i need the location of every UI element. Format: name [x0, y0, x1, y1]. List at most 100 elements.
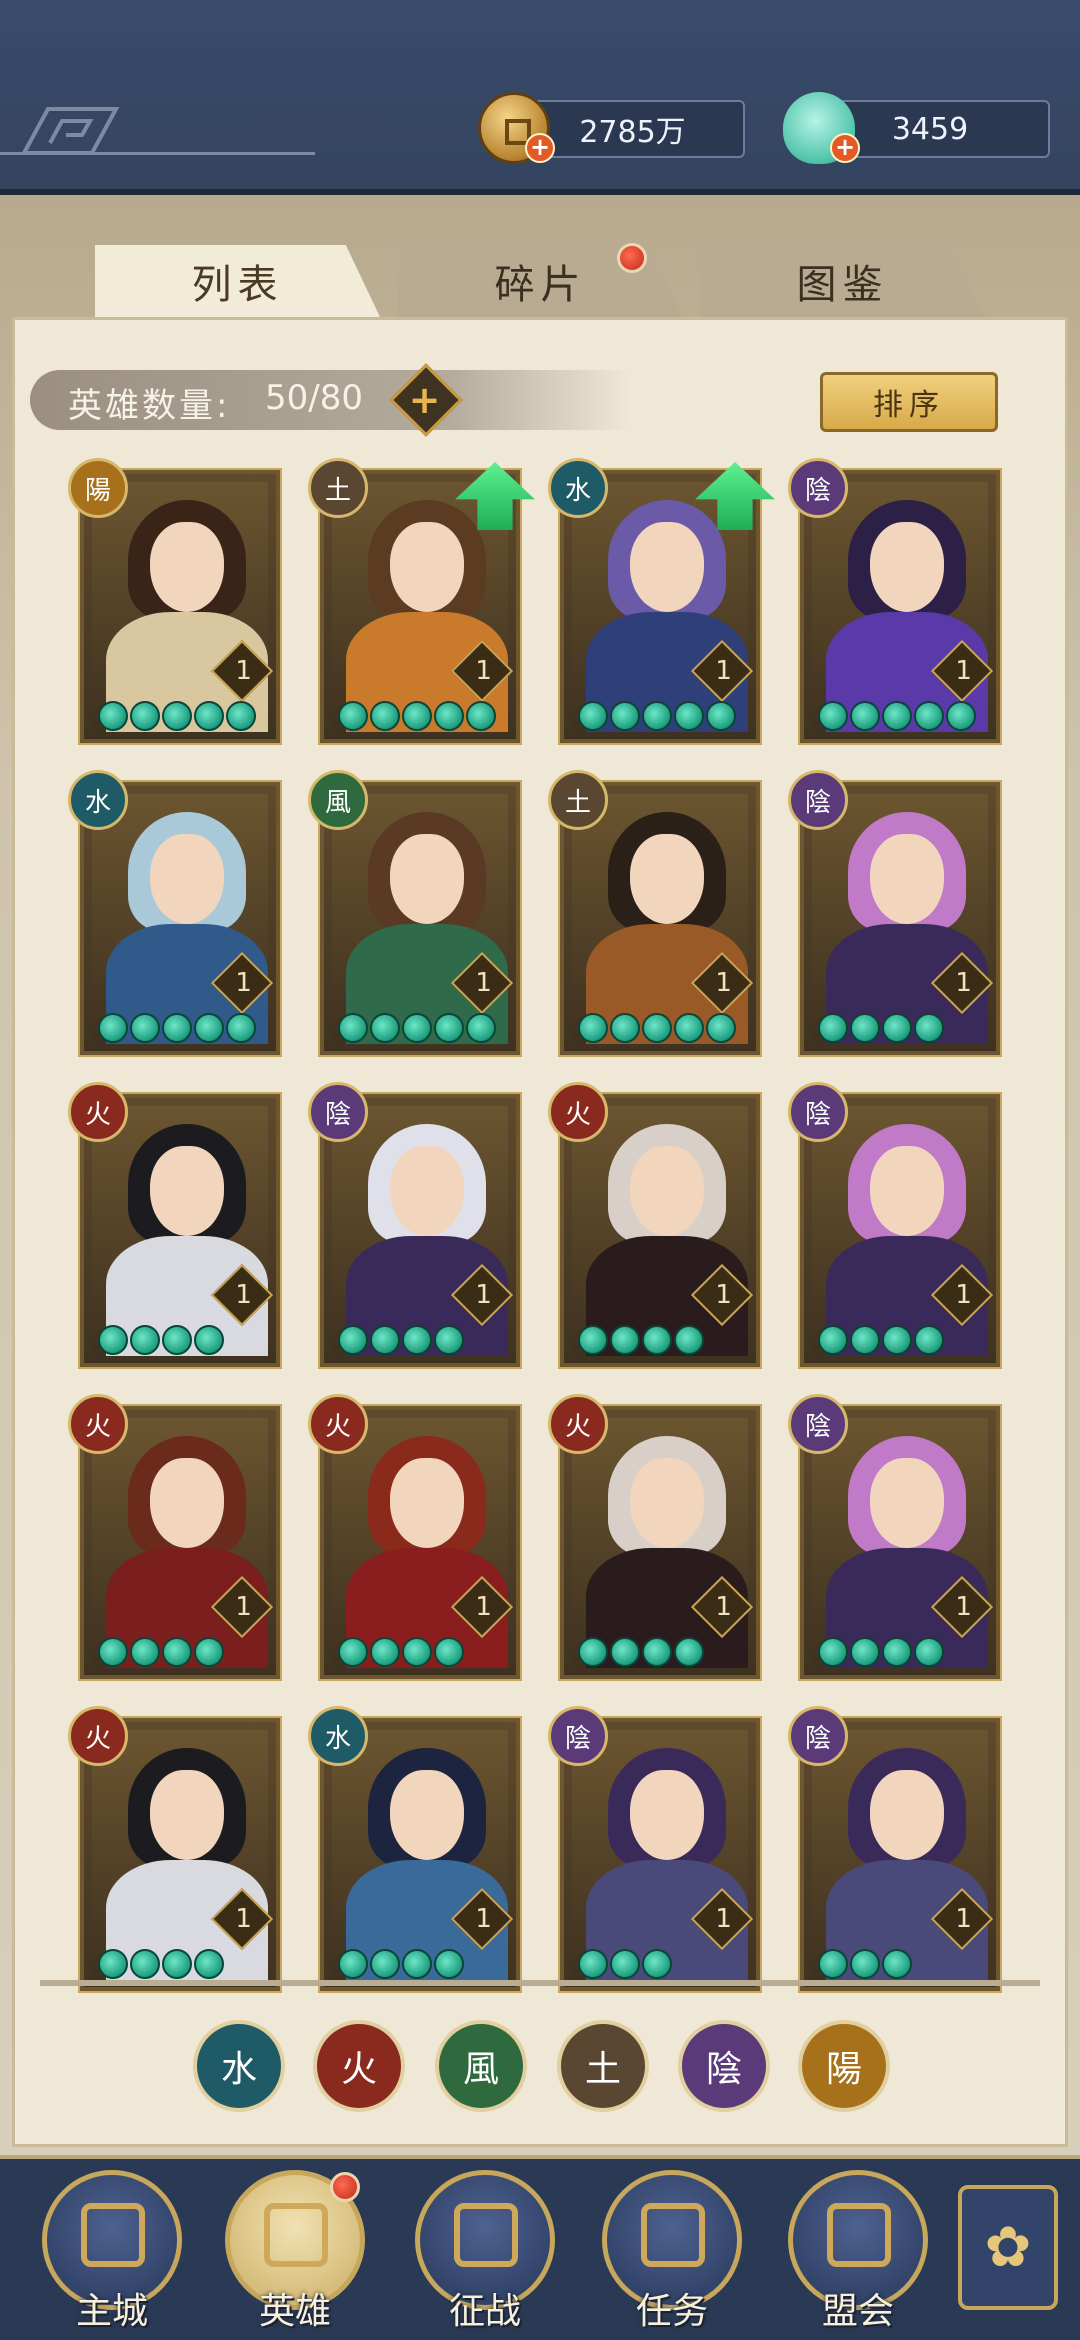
jade-star-icon [674, 1637, 704, 1667]
tab-atlas[interactable]: 图鉴 [700, 245, 985, 317]
hero-face [150, 522, 224, 612]
plus-icon: + [408, 377, 441, 422]
nav-main-city[interactable]: 主城 [37, 2170, 187, 2332]
yin-element-badge: 陰 [788, 1082, 848, 1142]
jade-star-icon [578, 1325, 608, 1355]
jade-star-icon [706, 701, 736, 731]
nav-campaign[interactable]: 征战 [410, 2170, 560, 2332]
hero-level: 1 [475, 968, 492, 999]
flower-menu-icon: ✿ [984, 2215, 1032, 2280]
hero-stars [98, 1637, 224, 1667]
hero-level: 1 [955, 1592, 972, 1623]
jade-star-icon [162, 701, 192, 731]
jade-star-icon [402, 1325, 432, 1355]
hero-stars [98, 701, 256, 731]
shell-amount: 3459 [891, 111, 969, 147]
hero-stars [338, 1013, 496, 1043]
jade-star-icon [818, 1325, 848, 1355]
jade-star-icon [130, 1949, 160, 1979]
jade-star-icon [98, 1949, 128, 1979]
hero-stars [98, 1949, 224, 1979]
filter-fire-button[interactable]: 火 [313, 2020, 405, 2112]
sort-button-label: 排序 [873, 388, 945, 423]
jade-star-icon [818, 1637, 848, 1667]
hero-level: 1 [235, 656, 252, 687]
hero-level: 1 [235, 1592, 252, 1623]
nav-notification-dot [330, 2172, 360, 2202]
jade-star-icon [434, 1013, 464, 1043]
hero-count-label: 英雄数量: [68, 386, 231, 426]
jade-star-icon [882, 1949, 912, 1979]
heroes-glyph [264, 2203, 328, 2267]
jade-star-icon [914, 1013, 944, 1043]
notification-dot [617, 243, 647, 273]
jade-star-icon [402, 1013, 432, 1043]
jade-star-icon [434, 1325, 464, 1355]
jade-star-icon [130, 1013, 160, 1043]
hero-stars [98, 1013, 256, 1043]
jade-star-icon [162, 1013, 192, 1043]
jade-star-icon [370, 701, 400, 731]
hero-level: 1 [715, 1592, 732, 1623]
yang-element-badge: 陽 [68, 458, 128, 518]
jade-star-icon [946, 701, 976, 731]
tab-fragments-label: 碎片 [494, 262, 587, 308]
hero-level: 1 [715, 1280, 732, 1311]
jade-star-icon [130, 1637, 160, 1667]
sort-button[interactable]: 排序 [820, 372, 998, 432]
earth-element-badge: 土 [548, 770, 608, 830]
jade-star-icon [642, 1949, 672, 1979]
filter-yin-button[interactable]: 陰 [678, 2020, 770, 2112]
hero-stars [338, 1637, 464, 1667]
fire-element-badge: 火 [68, 1394, 128, 1454]
jade-star-icon [674, 1325, 704, 1355]
filter-wind-button[interactable]: 風 [435, 2020, 527, 2112]
water-element-badge: 水 [308, 1706, 368, 1766]
jade-star-icon [402, 1637, 432, 1667]
jade-star-icon [610, 701, 640, 731]
jade-star-icon [642, 1637, 672, 1667]
jade-star-icon [338, 1949, 368, 1979]
jade-star-icon [578, 1949, 608, 1979]
hero-stars [98, 1325, 224, 1355]
hero-level: 1 [955, 968, 972, 999]
tab-list[interactable]: 列表 [95, 245, 380, 317]
hero-face [390, 1146, 464, 1236]
cloud-pattern-icon [20, 107, 120, 155]
hero-face [390, 834, 464, 924]
jade-star-icon [162, 1949, 192, 1979]
jade-star-icon [914, 701, 944, 731]
jade-star-icon [850, 1013, 880, 1043]
hero-stars [818, 1013, 944, 1043]
nav-label: 任务 [635, 2291, 708, 2332]
filter-yang-button[interactable]: 陽 [798, 2020, 890, 2112]
nav-quests[interactable]: 任务 [597, 2170, 747, 2332]
jade-star-icon [882, 1325, 912, 1355]
jade-star-icon [850, 1325, 880, 1355]
hero-stars [818, 1637, 944, 1667]
add-shells-button[interactable]: + [830, 133, 860, 163]
jade-star-icon [130, 1325, 160, 1355]
yin-element-badge: 陰 [308, 1082, 368, 1142]
jade-star-icon [882, 1637, 912, 1667]
yin-element-badge: 陰 [548, 1706, 608, 1766]
hero-level: 1 [235, 968, 252, 999]
jade-star-icon [610, 1325, 640, 1355]
jade-star-icon [706, 1013, 736, 1043]
jade-star-icon [610, 1013, 640, 1043]
menu-button[interactable]: ✿ [958, 2185, 1058, 2310]
filter-water-button[interactable]: 水 [193, 2020, 285, 2112]
jade-star-icon [674, 701, 704, 731]
jade-star-icon [578, 1637, 608, 1667]
jade-star-icon [338, 701, 368, 731]
water-element-badge: 水 [548, 458, 608, 518]
hero-face [630, 1458, 704, 1548]
filter-earth-button[interactable]: 土 [557, 2020, 649, 2112]
nav-guild[interactable]: 盟会 [783, 2170, 933, 2332]
add-coins-button[interactable]: + [525, 133, 555, 163]
hero-level: 1 [235, 1280, 252, 1311]
jade-star-icon [818, 1013, 848, 1043]
hero-level: 1 [235, 1904, 252, 1935]
jade-star-icon [370, 1637, 400, 1667]
jade-star-icon [914, 1637, 944, 1667]
